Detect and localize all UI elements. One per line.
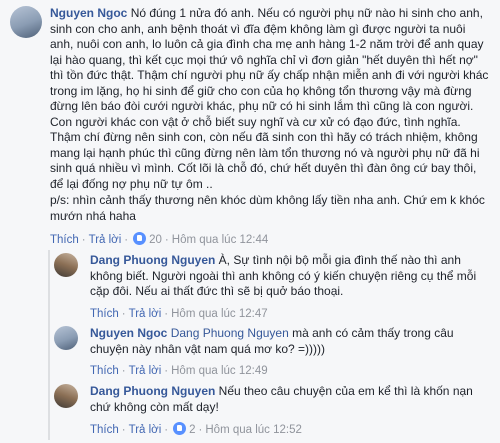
- comment-actions: Thích · Trả lời · 20 · Hôm qua lúc 12:44: [50, 232, 269, 246]
- reply-thread-line: [48, 250, 50, 440]
- comment-ps: p/s: nhìn cảnh thấy thương nên khóc dùm …: [50, 193, 485, 223]
- comment-body: Nguyen Ngoc Dang Phuong Nguyen mà anh có…: [90, 326, 490, 357]
- timestamp[interactable]: Hôm qua lúc 12:47: [171, 308, 268, 320]
- like-reaction-icon[interactable]: [133, 232, 147, 245]
- author-name[interactable]: Nguyen Ngoc: [90, 326, 167, 340]
- comment-actions: Thích · Trả lời · 2 · Hôm qua lúc 12:52: [90, 422, 302, 436]
- comment-body: Nguyen Ngoc Nó đúng 1 nửa đó anh. Nếu có…: [50, 6, 490, 224]
- comment-text: Nó đúng 1 nửa đó anh. Nếu có người phụ n…: [50, 6, 489, 191]
- reaction-count[interactable]: 20: [149, 234, 162, 246]
- reply-link[interactable]: Trả lời: [129, 308, 162, 320]
- like-link[interactable]: Thích: [90, 308, 119, 320]
- like-link[interactable]: Thích: [90, 424, 119, 436]
- reply-link[interactable]: Trả lời: [129, 365, 162, 377]
- like-link[interactable]: Thích: [50, 234, 79, 246]
- comment-actions: Thích · Trả lời · Hôm qua lúc 12:49: [90, 365, 268, 377]
- avatar[interactable]: [54, 326, 78, 350]
- reaction-count[interactable]: 2: [189, 424, 195, 436]
- avatar[interactable]: [54, 253, 78, 277]
- author-name[interactable]: Dang Phuong Nguyen: [90, 253, 215, 267]
- like-link[interactable]: Thích: [90, 365, 119, 377]
- timestamp[interactable]: Hôm qua lúc 12:49: [171, 365, 268, 377]
- avatar[interactable]: [54, 384, 78, 408]
- avatar[interactable]: [10, 6, 42, 38]
- comment-actions: Thích · Trả lời · Hôm qua lúc 12:47: [90, 308, 268, 320]
- author-name[interactable]: Nguyen Ngoc: [50, 6, 127, 20]
- like-reaction-icon[interactable]: [173, 422, 187, 435]
- mentioned-user[interactable]: Dang Phuong Nguyen: [171, 326, 289, 340]
- reply-link[interactable]: Trả lời: [129, 424, 162, 436]
- comment-body: Dang Phuong Nguyen À, Sự tình nội bộ mỗi…: [90, 253, 490, 300]
- timestamp[interactable]: Hôm qua lúc 12:52: [205, 424, 302, 436]
- timestamp[interactable]: Hôm qua lúc 12:44: [172, 234, 269, 246]
- author-name[interactable]: Dang Phuong Nguyen: [90, 384, 215, 398]
- reply-link[interactable]: Trả lời: [89, 234, 122, 246]
- comment-body: Dang Phuong Nguyen Nếu theo câu chuyện c…: [90, 384, 490, 415]
